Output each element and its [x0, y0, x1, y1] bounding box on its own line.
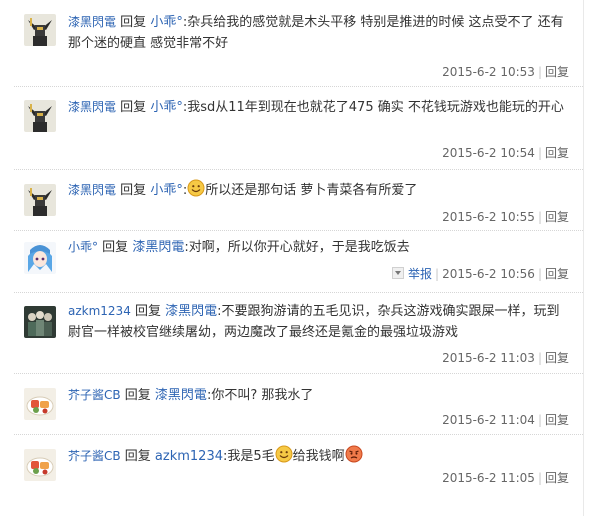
avatar[interactable] — [24, 14, 56, 46]
reply-target-link[interactable]: 小乖° — [150, 100, 183, 115]
comment-meta: 举报 | 2015-6-2 10:56 | 回复 — [392, 265, 569, 282]
comment-item: 漆黑閃電 回复 小乖°: 所以还是那句话 萝卜青菜各有所爱了 2015-6-2 1… — [14, 170, 583, 231]
avatar[interactable] — [24, 100, 56, 132]
reply-button[interactable]: 回复 — [545, 413, 569, 427]
timestamp: 2015-6-2 10:55 — [442, 210, 535, 224]
reply-button[interactable]: 回复 — [545, 471, 569, 485]
comment-meta: 2015-6-2 10:55 | 回复 — [442, 210, 569, 224]
comment-text: 你不叫? 那我水了 — [211, 388, 314, 403]
comment-meta: 2015-6-2 11:05 | 回复 — [442, 471, 569, 485]
comment-item: azkm1234 回复 漆黑閃電:不要跟狗游请的五毛见识，杂兵这游戏确实跟屎一样… — [14, 293, 583, 374]
reply-word: 回复 — [102, 240, 129, 255]
reply-word: 回复 — [120, 183, 147, 198]
reply-target-link[interactable]: azkm1234 — [155, 449, 223, 464]
timestamp: 2015-6-2 11:03 — [442, 351, 535, 365]
comment-meta: 2015-6-2 10:53 | 回复 — [442, 65, 569, 79]
reply-button[interactable]: 回复 — [545, 351, 569, 365]
reply-target-link[interactable]: 漆黑閃電 — [165, 304, 217, 319]
reply-button[interactable]: 回复 — [545, 210, 569, 224]
reply-button[interactable]: 回复 — [545, 146, 569, 160]
reply-target-link[interactable]: 漆黑閃電 — [132, 240, 184, 255]
avatar[interactable] — [24, 306, 56, 338]
comment-text-part: 我是5毛 — [227, 449, 275, 464]
avatar[interactable] — [24, 184, 56, 216]
divider — [583, 0, 584, 516]
comment-text: 我sd从11年到现在也就花了475 确实 不花钱玩游戏也能玩的开心 — [187, 100, 564, 115]
reply-word: 回复 — [124, 449, 151, 464]
gundam-avatar-icon — [24, 184, 56, 216]
gundam-avatar-icon — [24, 14, 56, 46]
group-avatar-icon — [24, 306, 56, 338]
smile-emoji-icon — [187, 179, 205, 197]
comment-meta: 2015-6-2 11:04 | 回复 — [442, 413, 569, 427]
timestamp: 2015-6-2 10:53 — [442, 65, 535, 79]
username-link[interactable]: 漆黑閃電 — [68, 15, 116, 29]
reply-word: 回复 — [120, 15, 147, 30]
report-link[interactable]: 举报 — [408, 267, 432, 281]
timestamp: 2015-6-2 11:04 — [442, 413, 535, 427]
reply-target-link[interactable]: 漆黑閃電 — [155, 388, 207, 403]
reply-button[interactable]: 回复 — [545, 267, 569, 281]
avatar[interactable] — [24, 449, 56, 481]
report-dropdown-icon[interactable] — [392, 267, 404, 279]
gundam-avatar-icon — [24, 100, 56, 132]
reply-target-link[interactable]: 小乖° — [150, 15, 183, 30]
food-avatar-icon — [24, 388, 56, 420]
comment-thread: 漆黑閃電 回复 小乖°:杂兵给我的感觉就是木头平移 特别是推进的时候 这点受不了… — [0, 0, 591, 516]
username-link[interactable]: 漆黑閃電 — [68, 100, 116, 114]
username-link[interactable]: 芥子酱CB — [68, 388, 121, 402]
comment-text-part: 给我钱啊 — [292, 449, 345, 464]
comment-meta: 2015-6-2 11:03 | 回复 — [442, 351, 569, 365]
username-link[interactable]: azkm1234 — [68, 304, 131, 318]
reply-target-link[interactable]: 小乖° — [150, 183, 183, 198]
username-link[interactable]: 小乖° — [68, 240, 98, 254]
comment-item: 芥子酱CB 回复 漆黑閃電:你不叫? 那我水了 2015-6-2 11:04 | 回… — [14, 374, 583, 435]
comment-item: 小乖° 回复 漆黑閃電:对啊，所以你开心就好，于是我吃饭去 举报 | 2015-6-… — [14, 231, 583, 293]
timestamp: 2015-6-2 11:05 — [442, 471, 535, 485]
timestamp: 2015-6-2 10:56 — [442, 267, 535, 281]
reply-word: 回复 — [124, 388, 151, 403]
comment-meta: 2015-6-2 10:54 | 回复 — [442, 146, 569, 160]
avatar[interactable] — [24, 388, 56, 420]
username-link[interactable]: 芥子酱CB — [68, 449, 121, 463]
comment-item: 漆黑閃電 回复 小乖°:我sd从11年到现在也就花了475 确实 不花钱玩游戏也… — [14, 87, 583, 170]
reply-word: 回复 — [120, 100, 147, 115]
avatar[interactable] — [24, 242, 56, 274]
reply-word: 回复 — [134, 304, 161, 319]
angry-emoji-icon — [345, 445, 363, 463]
anime-girl-avatar-icon — [24, 242, 56, 274]
timestamp: 2015-6-2 10:54 — [442, 146, 535, 160]
smile-emoji-icon — [275, 445, 293, 463]
food-avatar-icon — [24, 449, 56, 481]
comment-item: 漆黑閃電 回复 小乖°:杂兵给我的感觉就是木头平移 特别是推进的时候 这点受不了… — [14, 0, 583, 87]
comment-text: 对啊，所以你开心就好，于是我吃饭去 — [188, 240, 410, 255]
username-link[interactable]: 漆黑閃電 — [68, 183, 116, 197]
comment-item: 芥子酱CB 回复 azkm1234:我是5毛 给我钱啊 2015-6-2 11:0… — [14, 435, 583, 516]
reply-button[interactable]: 回复 — [545, 65, 569, 79]
comment-text: 所以还是那句话 萝卜青菜各有所爱了 — [205, 183, 418, 198]
